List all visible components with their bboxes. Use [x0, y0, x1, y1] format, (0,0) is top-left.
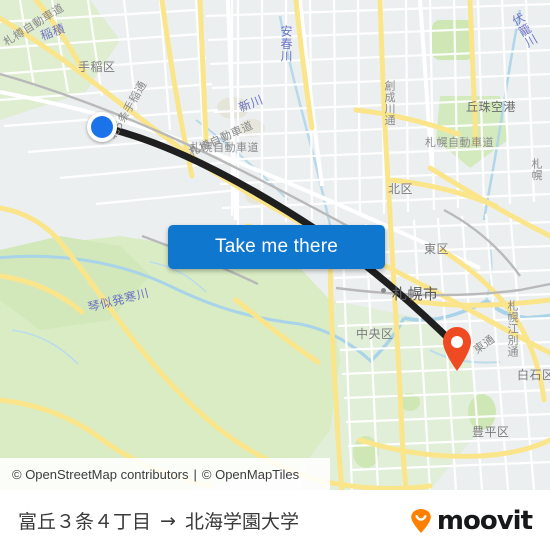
route-arrow-icon: →: [160, 509, 176, 532]
route-summary: 富丘３条４丁目 → 北海学園大学: [18, 507, 299, 534]
map-attribution: © OpenStreetMap contributors | © OpenMap…: [0, 458, 330, 490]
attribution-openmaptiles[interactable]: © OpenMapTiles: [202, 467, 299, 482]
destination-pin-icon: [443, 327, 471, 371]
moovit-pin-icon: [411, 508, 431, 533]
origin-marker[interactable]: [87, 112, 117, 142]
route-origin-label: 富丘３条４丁目: [18, 511, 152, 533]
footer-bar: 富丘３条４丁目 → 北海学園大学 moovit: [0, 490, 550, 550]
moovit-map-share-card: 稲積 手稲区 安春川 新川 伏籠川 丘珠空港 創成川通 札幌自動車道 札樽自動車道 札樽自動車道札…: [0, 0, 550, 550]
city-center-dot: [381, 288, 386, 293]
origin-marker-dot: [91, 116, 113, 138]
attribution-osm[interactable]: © OpenStreetMap contributors: [12, 467, 189, 482]
destination-marker[interactable]: [440, 326, 474, 371]
take-me-there-button[interactable]: Take me there: [168, 225, 385, 269]
route-destination-label: 北海学園大学: [184, 511, 299, 533]
attribution-separator: |: [193, 466, 197, 482]
moovit-logo[interactable]: moovit: [408, 505, 533, 536]
moovit-wordmark: moovit: [436, 505, 533, 536]
map-canvas[interactable]: 稲積 手稲区 安春川 新川 伏籠川 丘珠空港 創成川通 札幌自動車道 札樽自動車道 札樽自動車道札…: [0, 0, 550, 490]
